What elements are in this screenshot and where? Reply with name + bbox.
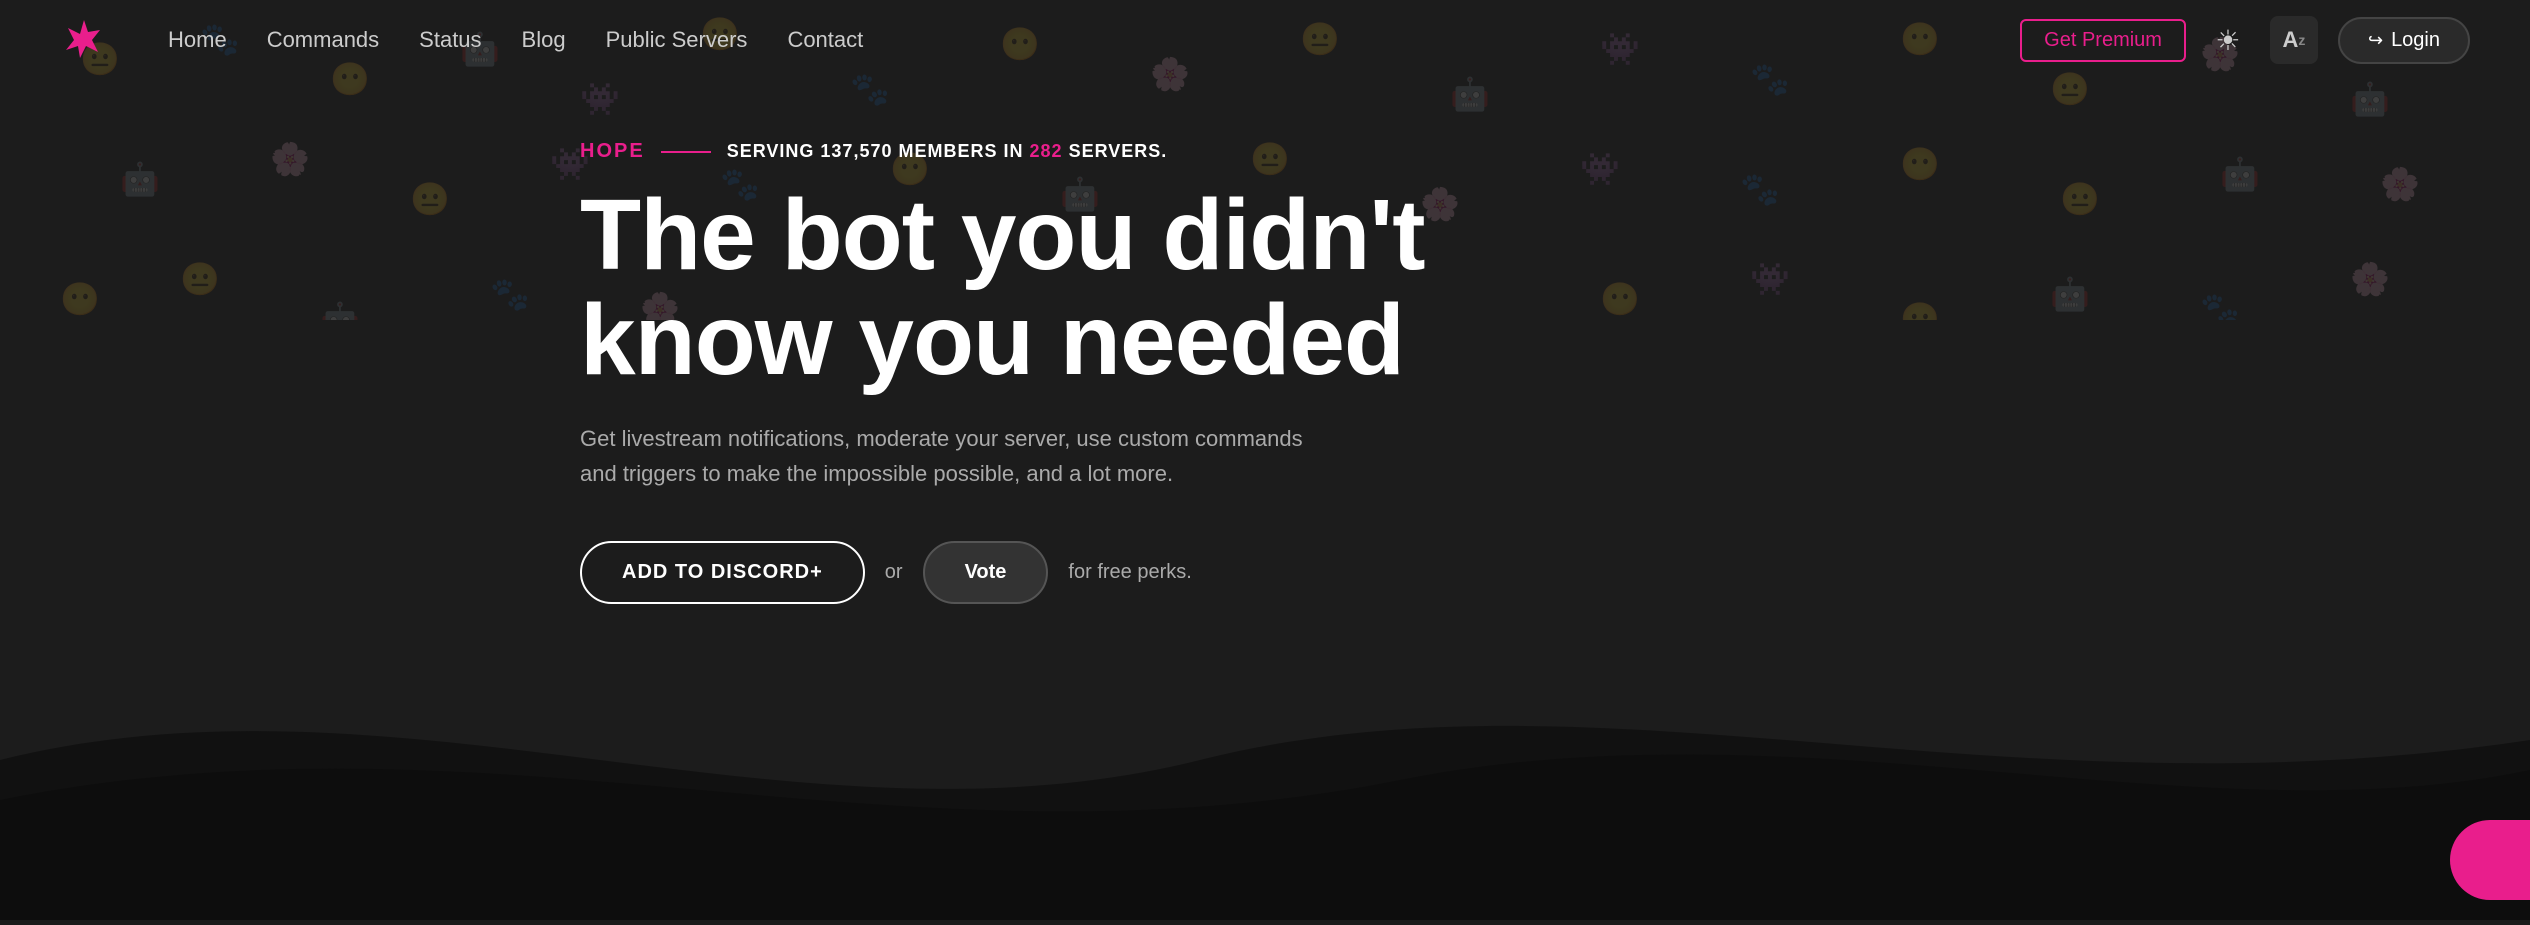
theme-icon: ☀	[2215, 24, 2240, 57]
nav-link-status[interactable]: Status	[419, 27, 481, 53]
nav-link-commands[interactable]: Commands	[267, 27, 379, 53]
hero-title-line1: The bot you didn't	[580, 179, 1425, 291]
logo-icon	[60, 16, 108, 64]
pink-corner-decoration	[2450, 820, 2530, 900]
hero-title: The bot you didn't know you needed	[580, 183, 1425, 393]
serving-label: SERVING	[727, 141, 815, 161]
login-arrow-icon: ↪	[2368, 30, 2383, 51]
nav-link-contact[interactable]: Contact	[787, 27, 863, 53]
add-to-discord-button[interactable]: ADD TO DISCORD+	[580, 541, 865, 604]
language-icon: A	[2283, 27, 2299, 53]
login-button[interactable]: ↪ Login	[2338, 17, 2470, 64]
vote-button[interactable]: Vote	[923, 541, 1049, 604]
members-count: 137,570	[820, 141, 892, 161]
navbar: Home Commands Status Blog Public Servers…	[0, 0, 2530, 80]
lang-indicator: z	[2298, 32, 2305, 48]
or-text: or	[885, 561, 903, 584]
members-label: MEMBERS IN	[899, 141, 1024, 161]
servers-count: 282	[1030, 141, 1063, 161]
hero-section: HOPE SERVING 137,570 MEMBERS IN 282 SERV…	[580, 140, 1425, 604]
hero-title-line2: know you needed	[580, 284, 1404, 396]
tagline-stats: SERVING 137,570 MEMBERS IN 282 SERVERS.	[727, 141, 1168, 162]
nav-link-public-servers[interactable]: Public Servers	[606, 27, 748, 53]
hero-subtitle: Get livestream notifications, moderate y…	[580, 421, 1340, 491]
hero-tagline: HOPE SERVING 137,570 MEMBERS IN 282 SERV…	[580, 140, 1425, 163]
get-premium-button[interactable]: Get Premium	[2020, 19, 2186, 62]
servers-label: SERVERS.	[1069, 141, 1168, 161]
tagline-brand: HOPE	[580, 140, 645, 163]
bottom-wave	[0, 600, 2530, 920]
nav-link-blog[interactable]: Blog	[522, 27, 566, 53]
free-perks-text: for free perks.	[1068, 561, 1191, 584]
hero-actions: ADD TO DISCORD+ or Vote for free perks.	[580, 541, 1425, 604]
tagline-divider	[661, 151, 711, 153]
theme-toggle-button[interactable]: ☀	[2206, 18, 2250, 62]
nav-links: Home Commands Status Blog Public Servers…	[168, 27, 2020, 53]
nav-link-home[interactable]: Home	[168, 27, 227, 53]
nav-right: Get Premium ☀ A z ↪ Login	[2020, 16, 2470, 64]
login-label: Login	[2391, 29, 2440, 52]
nav-logo[interactable]	[60, 16, 108, 64]
language-button[interactable]: A z	[2270, 16, 2318, 64]
